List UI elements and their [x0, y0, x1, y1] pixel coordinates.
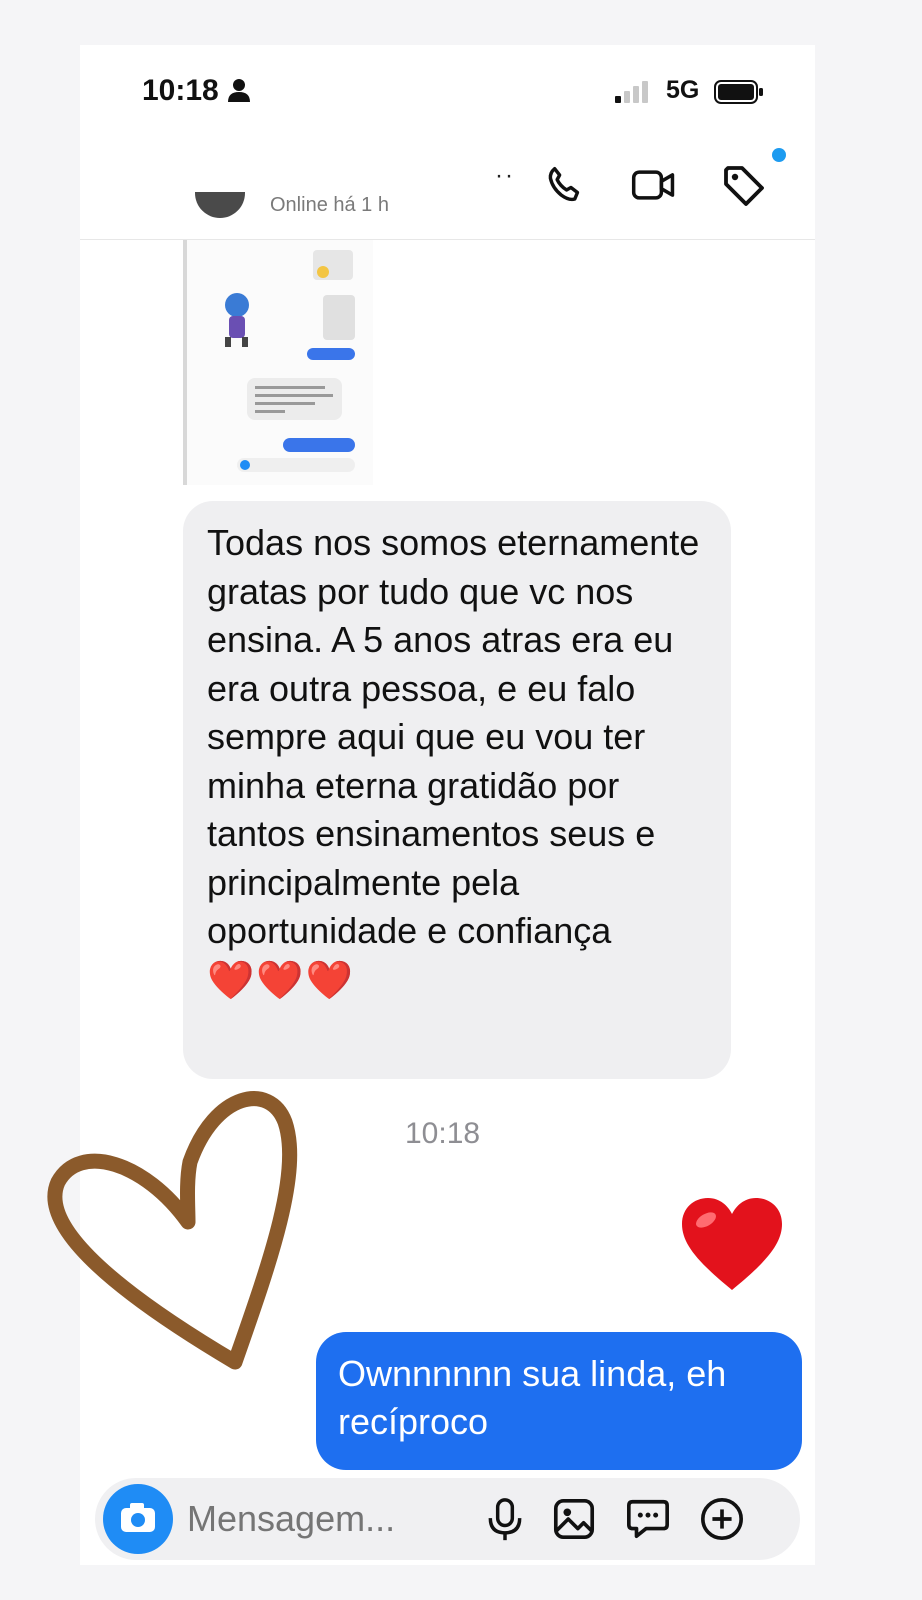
more-dots: ·· — [495, 162, 515, 189]
screenshot-thumbnail — [225, 250, 355, 472]
received-message-text: Todas nos somos eternamente gratas por t… — [207, 522, 700, 951]
sticker-icon[interactable] — [625, 1496, 671, 1547]
notification-dot — [772, 148, 786, 162]
mic-icon[interactable] — [483, 1496, 527, 1549]
message-input[interactable] — [187, 1498, 477, 1540]
phone-icon[interactable] — [542, 162, 588, 213]
avatar[interactable] — [195, 192, 245, 218]
gallery-icon[interactable] — [551, 1496, 597, 1547]
battery-icon — [714, 80, 764, 109]
person-icon — [228, 78, 250, 107]
received-hearts: ❤️❤️❤️ — [207, 959, 355, 1002]
signal-icon — [615, 81, 651, 108]
message-composer — [95, 1478, 800, 1560]
heart-reaction-icon — [680, 1196, 784, 1297]
video-icon[interactable] — [630, 162, 678, 213]
heart-doodle — [40, 1082, 310, 1387]
presence-status: Online há 1 h — [270, 194, 389, 211]
shared-screenshot[interactable] — [183, 240, 373, 485]
network-label: 5G — [666, 76, 700, 104]
camera-icon — [121, 1503, 155, 1532]
plus-icon[interactable] — [699, 1496, 745, 1547]
status-time: 10:18 — [142, 74, 219, 107]
sent-message: Ownnnnnn sua linda, eh recíproco — [316, 1332, 802, 1470]
tag-icon[interactable] — [720, 162, 768, 215]
status-bar: 10:18 5G — [80, 70, 770, 114]
message-timestamp: 10:18 — [405, 1117, 481, 1150]
camera-button[interactable] — [103, 1484, 173, 1554]
received-message: Todas nos somos eternamente gratas por t… — [183, 501, 731, 1079]
chat-header: Online há 1 h ·· — [80, 140, 815, 240]
sent-message-text: Ownnnnnn sua linda, eh recíproco — [338, 1353, 727, 1442]
